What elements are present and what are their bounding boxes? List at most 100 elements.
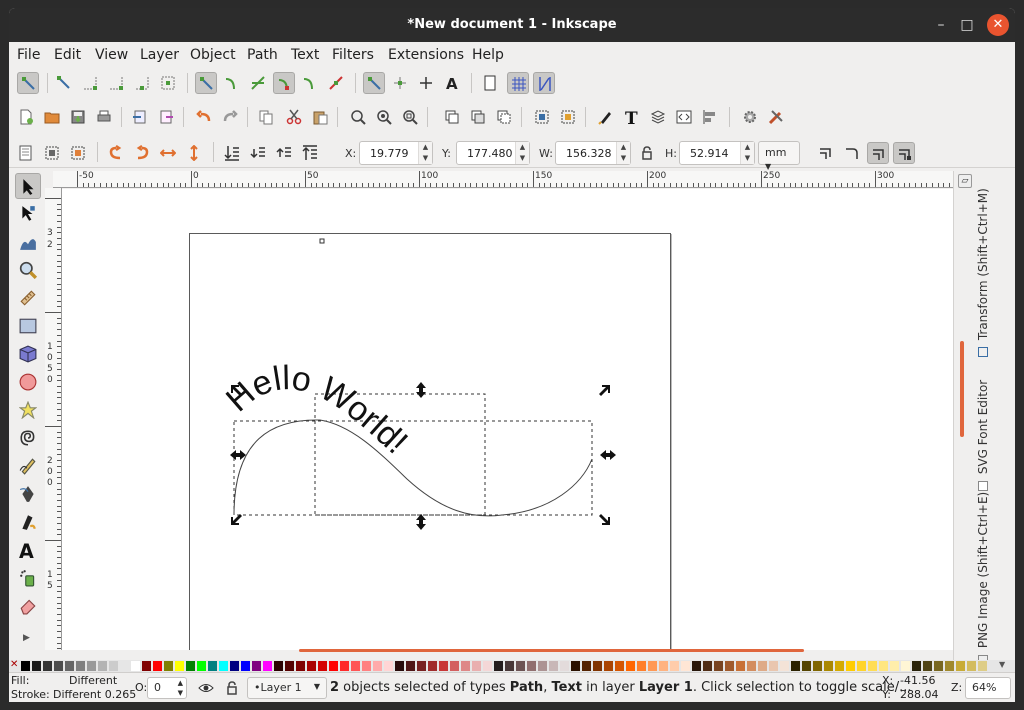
color-swatch[interactable] <box>945 661 954 671</box>
no-paint-swatch[interactable]: ✕ <box>10 660 18 670</box>
menu-edit[interactable]: Edit <box>54 47 81 63</box>
calligraphy-tool-icon[interactable] <box>15 509 41 535</box>
snap-text-baseline-icon[interactable]: A <box>441 72 463 94</box>
export-icon[interactable] <box>155 106 177 128</box>
flip-horizontal-icon[interactable] <box>157 142 179 164</box>
color-swatch[interactable] <box>978 661 987 671</box>
tab-png-export[interactable]: PNG Image (Shift+Ctrl+E) <box>976 492 996 665</box>
snap-toggle-icon[interactable] <box>17 72 39 94</box>
ungroup-icon[interactable] <box>557 106 579 128</box>
color-swatch[interactable] <box>901 661 910 671</box>
color-swatch[interactable] <box>802 661 811 671</box>
color-swatch[interactable] <box>21 661 30 671</box>
color-swatch[interactable] <box>450 661 459 671</box>
color-swatch[interactable] <box>373 661 382 671</box>
color-swatch[interactable] <box>384 661 393 671</box>
select-all-layers-icon[interactable] <box>41 142 63 164</box>
snap-guide-icon[interactable] <box>533 72 555 94</box>
color-swatch[interactable] <box>692 661 701 671</box>
maximize-button[interactable]: □ <box>956 14 978 36</box>
snap-cusp-icon[interactable] <box>273 72 295 94</box>
color-swatch[interactable] <box>516 661 525 671</box>
color-swatch[interactable] <box>890 661 899 671</box>
color-swatch[interactable] <box>307 661 316 671</box>
eraser-tool-icon[interactable] <box>15 593 41 619</box>
spray-tool-icon[interactable] <box>15 565 41 591</box>
handle-bottom[interactable] <box>416 514 426 530</box>
text-on-path[interactable]: Hello World! <box>219 359 415 461</box>
palette-menu-icon[interactable]: ▼ <box>999 660 1005 669</box>
color-swatch[interactable] <box>758 661 767 671</box>
close-button[interactable]: ✕ <box>987 14 1009 36</box>
opacity-spinbox[interactable]: 0 ▲ ▼ <box>147 677 187 699</box>
color-swatch[interactable] <box>109 661 118 671</box>
print-icon[interactable] <box>93 106 115 128</box>
stroke-value[interactable]: Different 0.265 <box>53 688 136 701</box>
menu-file[interactable]: File <box>17 47 40 63</box>
star-tool-icon[interactable] <box>15 397 41 423</box>
color-swatch[interactable] <box>43 661 52 671</box>
w-stepper[interactable]: ▲ ▼ <box>616 142 630 164</box>
pencil-tool-icon[interactable] <box>15 453 41 479</box>
layers-icon[interactable] <box>647 106 669 128</box>
color-swatch[interactable] <box>54 661 63 671</box>
measure-tool-icon[interactable] <box>15 285 41 311</box>
text-font-icon[interactable]: T <box>621 106 643 128</box>
minimize-button[interactable]: – <box>930 14 952 36</box>
color-swatch[interactable] <box>131 661 140 671</box>
snap-page-border-icon[interactable] <box>479 72 501 94</box>
spiral-tool-icon[interactable] <box>15 425 41 451</box>
toggle-visibility-icon[interactable] <box>195 677 217 699</box>
color-swatch[interactable] <box>593 661 602 671</box>
zoom-drawing-icon[interactable] <box>373 106 395 128</box>
toolbox-more-icon[interactable]: ▶ <box>23 633 30 643</box>
3d-box-tool-icon[interactable] <box>15 341 41 367</box>
unlink-clone-icon[interactable] <box>493 106 515 128</box>
document-properties-icon[interactable] <box>765 106 787 128</box>
color-swatch[interactable] <box>835 661 844 671</box>
raise-to-top-icon[interactable] <box>299 142 321 164</box>
snap-bbox-center-icon[interactable] <box>157 72 179 94</box>
zoom-selection-icon[interactable] <box>347 106 369 128</box>
redo-icon[interactable] <box>219 106 241 128</box>
lower-to-bottom-icon[interactable] <box>221 142 243 164</box>
color-swatch[interactable] <box>164 661 173 671</box>
color-swatch[interactable] <box>87 661 96 671</box>
zoom-spinbox[interactable]: 64% <box>965 677 1011 699</box>
color-swatch[interactable] <box>659 661 668 671</box>
color-swatch[interactable] <box>120 661 129 671</box>
scale-corners-icon[interactable] <box>841 142 863 164</box>
color-swatch[interactable] <box>615 661 624 671</box>
page-handle[interactable] <box>319 238 325 244</box>
color-swatch[interactable] <box>153 661 162 671</box>
color-swatch[interactable] <box>813 661 822 671</box>
xml-editor-icon[interactable] <box>673 106 695 128</box>
color-swatch[interactable] <box>868 661 877 671</box>
color-palette[interactable]: ✕ ▼ <box>9 660 1015 672</box>
color-swatch[interactable] <box>791 661 800 671</box>
color-swatch[interactable] <box>846 661 855 671</box>
node-tool-icon[interactable] <box>15 201 41 227</box>
color-swatch[interactable] <box>219 661 228 671</box>
y-spinbox[interactable]: ▲▼ <box>456 141 530 165</box>
vertical-ruler[interactable]: 3 2 1 0 5 0 2 0 0 1 5 <box>45 188 62 650</box>
lock-ratio-icon[interactable] <box>636 142 658 164</box>
color-swatch[interactable] <box>879 661 888 671</box>
color-swatch[interactable] <box>769 661 778 671</box>
opacity-stepper[interactable]: ▲ ▼ <box>178 678 183 698</box>
y-stepper[interactable]: ▲ ▼ <box>515 142 529 164</box>
handle-top[interactable] <box>416 382 426 398</box>
snap-smooth-icon[interactable] <box>299 72 321 94</box>
clone-icon[interactable] <box>467 106 489 128</box>
flip-vertical-icon[interactable] <box>183 142 205 164</box>
snap-grid-icon[interactable] <box>507 72 529 94</box>
handle-left[interactable] <box>230 450 246 460</box>
preferences-icon[interactable] <box>739 106 761 128</box>
color-swatch[interactable] <box>747 661 756 671</box>
color-swatch[interactable] <box>76 661 85 671</box>
align-distribute-icon[interactable] <box>699 106 721 128</box>
snap-bbox-edge-icon[interactable] <box>79 72 101 94</box>
open-file-icon[interactable] <box>41 106 63 128</box>
color-swatch[interactable] <box>560 661 569 671</box>
snap-others-icon[interactable] <box>363 72 385 94</box>
